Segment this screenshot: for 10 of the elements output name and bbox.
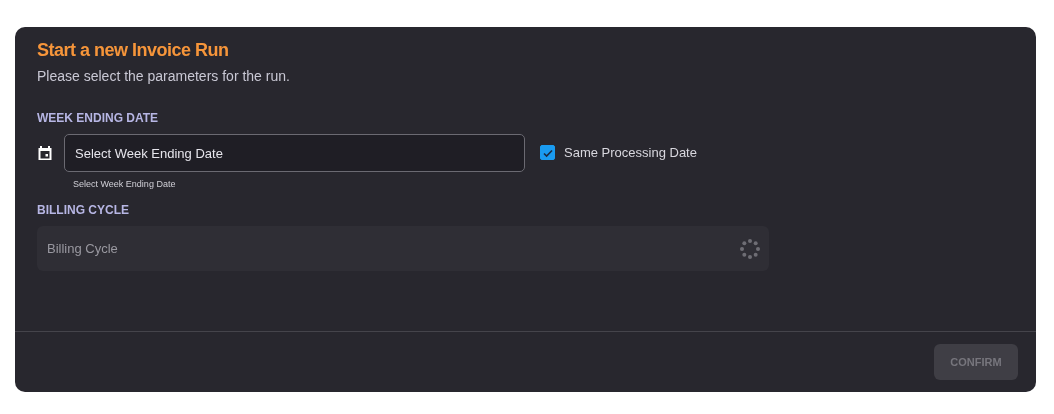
- field-hint: Select Week Ending Date: [73, 179, 177, 189]
- checkbox-label: Same Processing Date: [564, 145, 697, 160]
- checkbox[interactable]: [540, 145, 555, 160]
- field-label: WEEK ENDING DATE: [37, 111, 160, 125]
- date-input-field[interactable]: Select Week Ending Date: [64, 134, 525, 172]
- calendar-icon[interactable]: [37, 145, 53, 161]
- dialog-title: Start a new Invoice Run: [37, 40, 230, 61]
- field-label: BILLING CYCLE: [37, 203, 130, 217]
- dialog-subtitle: Please select the parameters for the run.: [37, 68, 291, 84]
- billing-cycle-select[interactable]: Billing Cycle: [37, 226, 769, 271]
